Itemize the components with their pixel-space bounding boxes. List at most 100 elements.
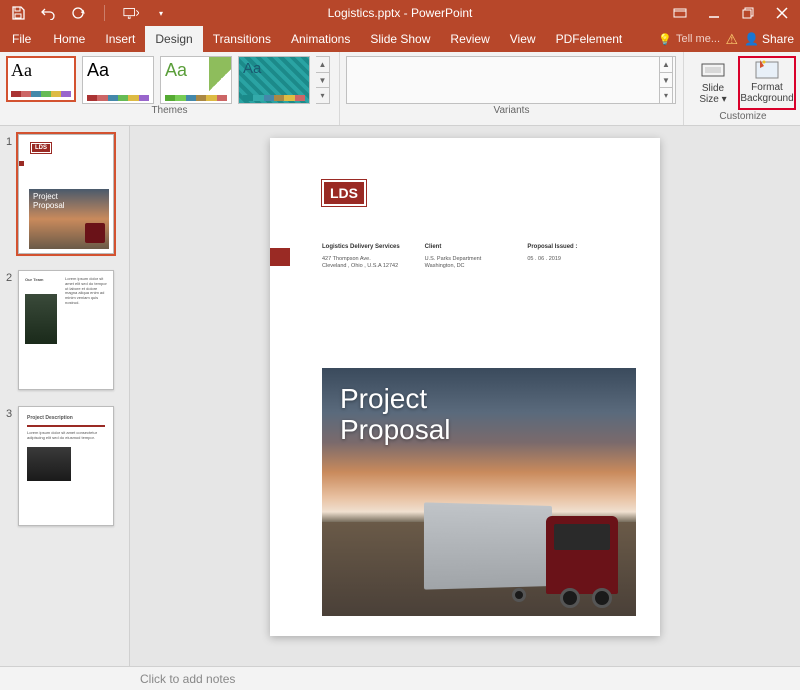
company-address-1: 427 Thompson Ave. <box>322 256 425 263</box>
tab-design[interactable]: Design <box>145 26 202 52</box>
lightbulb-icon: 💡 <box>658 33 672 46</box>
client-line-1: U.S. Parks Department <box>425 256 528 263</box>
ribbon-options-icon[interactable] <box>668 3 692 23</box>
theme-swatches <box>87 95 149 101</box>
tab-animations[interactable]: Animations <box>281 26 360 52</box>
minimize-icon[interactable] <box>702 3 726 23</box>
window-controls <box>668 3 800 23</box>
slide-thumbnail-row: 3 Project Description Lorem ipsum dolor … <box>6 406 123 526</box>
info-columns: Logistics Delivery Services 427 Thompson… <box>322 244 630 270</box>
client-heading: Client <box>425 244 528 250</box>
ribbon-group-label: Variants <box>346 104 677 118</box>
issued-date: 05 . 06 . 2019 <box>527 256 630 263</box>
slide-thumbnail-panel: 1 LDS ProjectProposal 2 Our Team <box>0 126 130 666</box>
share-icon: 👤 <box>744 32 759 46</box>
slide-thumbnail-3[interactable]: Project Description Lorem ipsum dolor si… <box>18 406 114 526</box>
warning-icon[interactable]: ⚠ <box>725 31 738 48</box>
redo-icon[interactable] <box>70 5 86 21</box>
format-background-button[interactable]: Format Background <box>738 56 796 110</box>
theme-option-4[interactable]: Aa <box>238 56 310 104</box>
hero-image: ProjectProposal <box>322 368 636 616</box>
variants-gallery-scroll[interactable]: ▲ ▼ ▾ <box>659 56 673 104</box>
info-col-company: Logistics Delivery Services 427 Thompson… <box>322 244 425 270</box>
scroll-up-icon[interactable]: ▲ <box>316 57 329 73</box>
ribbon-group-label: Customize <box>690 110 796 124</box>
close-icon[interactable] <box>770 3 794 23</box>
notes-pane[interactable]: Click to add notes <box>0 666 800 690</box>
slide-canvas[interactable]: LDS Logistics Delivery Services 427 Thom… <box>270 138 660 636</box>
ribbon-group-label: Themes <box>6 104 333 118</box>
scroll-down-icon[interactable]: ▼ <box>316 73 329 89</box>
share-block: ⚠ 👤 Share <box>725 31 800 48</box>
themes-gallery: Aa Aa Aa Aa ▲ ▼ ▾ <box>6 56 333 104</box>
slide-size-label: Slide Size ▾ <box>691 83 735 105</box>
quick-access-toolbar: ▾ <box>0 5 169 21</box>
ribbon-group-customize: Slide Size ▾ Format Background Customize <box>684 52 800 125</box>
slide-number: 1 <box>6 134 14 148</box>
tell-me-search[interactable]: 💡 Tell me... <box>658 33 720 46</box>
thumb-hero-title: ProjectProposal <box>33 193 65 211</box>
truck-wheel <box>512 588 526 602</box>
thumb-truck <box>85 223 105 243</box>
gallery-expand-icon[interactable]: ▾ <box>316 88 329 103</box>
window-title: Logistics.pptx - PowerPoint <box>328 6 473 20</box>
share-button[interactable]: 👤 Share <box>744 32 794 46</box>
theme-swatches <box>11 91 71 97</box>
slide-size-button[interactable]: Slide Size ▾ <box>690 56 736 110</box>
theme-aa-label: Aa <box>87 61 149 79</box>
save-icon[interactable] <box>10 5 26 21</box>
thumb-content: Our Team Lorem ipsum dolor sit amet elit… <box>25 277 107 383</box>
theme-option-1[interactable]: Aa <box>6 56 76 102</box>
slide-thumbnail-row: 1 LDS ProjectProposal <box>6 134 123 254</box>
theme-swatches <box>243 95 305 101</box>
tab-pdfelement[interactable]: PDFelement <box>546 26 633 52</box>
tab-insert[interactable]: Insert <box>95 26 145 52</box>
slide-size-icon <box>700 59 726 81</box>
red-accent <box>19 161 24 166</box>
theme-aa-label: Aa <box>11 61 71 79</box>
truck-wheel <box>592 588 612 608</box>
ribbon-group-variants: ▲ ▼ ▾ Variants <box>340 52 684 125</box>
ribbon-group-themes: Aa Aa Aa Aa ▲ ▼ ▾ Themes <box>0 52 340 125</box>
truck-trailer <box>424 502 552 589</box>
format-background-icon <box>754 58 780 80</box>
lds-logo: LDS <box>31 143 51 153</box>
tab-slideshow[interactable]: Slide Show <box>360 26 440 52</box>
tell-me-label: Tell me... <box>676 33 720 45</box>
slide-thumbnail-row: 2 Our Team Lorem ipsum dolor sit amet el… <box>6 270 123 390</box>
red-accent-square <box>270 248 290 266</box>
tab-review[interactable]: Review <box>440 26 499 52</box>
tab-transitions[interactable]: Transitions <box>203 26 281 52</box>
scroll-up-icon[interactable]: ▲ <box>660 57 672 73</box>
themes-gallery-scroll[interactable]: ▲ ▼ ▾ <box>316 56 330 104</box>
theme-option-3[interactable]: Aa <box>160 56 232 104</box>
start-from-beginning-icon[interactable] <box>123 5 139 21</box>
issued-heading: Proposal Issued : <box>527 244 630 250</box>
tab-home[interactable]: Home <box>43 26 95 52</box>
info-col-issued: Proposal Issued : 05 . 06 . 2019 <box>527 244 630 270</box>
qat-separator <box>104 5 105 21</box>
menu-bar: File Home Insert Design Transitions Anim… <box>0 26 800 52</box>
theme-aa-label: Aa <box>165 61 227 79</box>
qat-dropdown-icon[interactable]: ▾ <box>153 5 169 21</box>
ribbon: Aa Aa Aa Aa ▲ ▼ ▾ Themes <box>0 52 800 126</box>
theme-option-2[interactable]: Aa <box>82 56 154 104</box>
lds-logo: LDS <box>322 180 366 206</box>
variants-gallery[interactable]: ▲ ▼ ▾ <box>346 56 676 104</box>
share-label: Share <box>762 32 794 46</box>
workspace: 1 LDS ProjectProposal 2 Our Team <box>0 126 800 666</box>
thumb-content: Project Description Lorem ipsum dolor si… <box>27 415 105 517</box>
tab-file[interactable]: File <box>0 26 43 52</box>
tab-view[interactable]: View <box>500 26 546 52</box>
slide-thumbnail-1[interactable]: LDS ProjectProposal <box>18 134 114 254</box>
undo-icon[interactable] <box>40 5 56 21</box>
slide-editor[interactable]: LDS Logistics Delivery Services 427 Thom… <box>130 126 800 666</box>
format-background-label: Format Background <box>740 82 794 104</box>
gallery-expand-icon[interactable]: ▾ <box>660 88 672 103</box>
company-address-2: Cleveland , Ohio , U.S.A 12742 <box>322 263 425 270</box>
scroll-down-icon[interactable]: ▼ <box>660 73 672 89</box>
slide-thumbnail-2[interactable]: Our Team Lorem ipsum dolor sit amet elit… <box>18 270 114 390</box>
slide-number: 2 <box>6 270 14 284</box>
restore-icon[interactable] <box>736 3 760 23</box>
company-heading: Logistics Delivery Services <box>322 244 425 250</box>
